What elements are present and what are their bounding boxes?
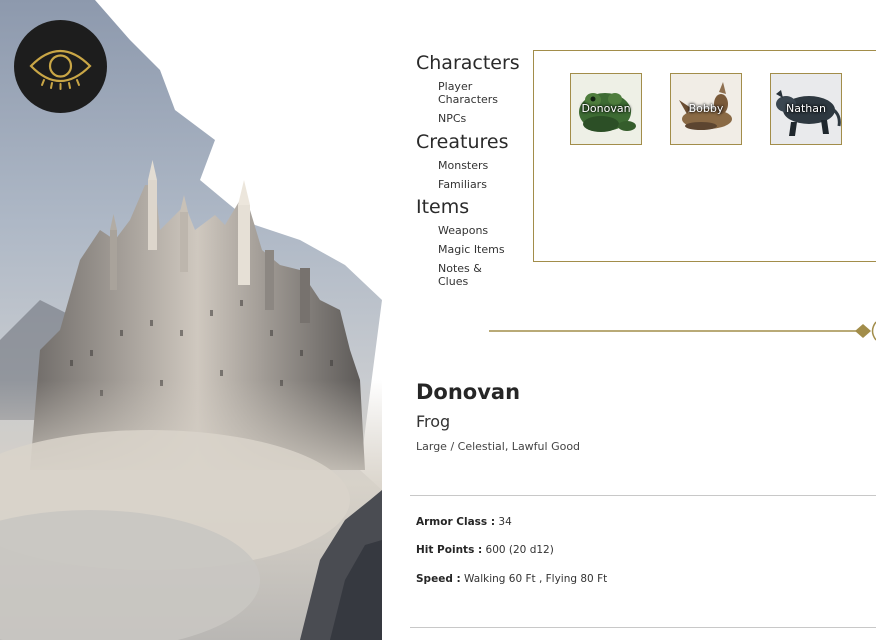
logo-button[interactable]: [14, 20, 107, 113]
category-nav: Characters Player Characters NPCs Creatu…: [416, 50, 531, 288]
stat-speed: Speed : Walking 60 Ft , Flying 80 Ft: [416, 573, 607, 585]
stat-label: Speed :: [416, 573, 461, 585]
eye-icon: [29, 50, 92, 90]
stat-label: Armor Class :: [416, 516, 496, 528]
diamond-ornament-icon: [489, 321, 876, 341]
creature-card-bobby[interactable]: Bobby: [670, 73, 742, 145]
stat-value: 600 (20 d12): [485, 544, 554, 556]
stat-armor-class: Armor Class : 34: [416, 516, 512, 528]
nav-link-magic-items[interactable]: Magic Items: [438, 243, 508, 256]
nav-heading-characters[interactable]: Characters: [416, 50, 531, 76]
stat-hit-points: Hit Points : 600 (20 d12): [416, 544, 554, 556]
nav-list-items: Weapons Magic Items Notes & Clues: [438, 224, 531, 288]
creature-card-nathan[interactable]: Nathan: [770, 73, 842, 145]
nav-link-player-characters[interactable]: Player Characters: [438, 80, 508, 106]
nav-link-weapons[interactable]: Weapons: [438, 224, 508, 237]
nav-heading-creatures[interactable]: Creatures: [416, 129, 531, 155]
nav-link-notes-clues[interactable]: Notes & Clues: [438, 262, 508, 288]
nav-link-npcs[interactable]: NPCs: [438, 112, 508, 125]
creature-type: Frog: [416, 412, 451, 431]
creature-card-label: Donovan: [581, 102, 631, 115]
creature-size-alignment: Large / Celestial, Lawful Good: [416, 440, 581, 453]
section-divider: [410, 495, 876, 496]
section-divider: [410, 627, 876, 628]
creature-name: Donovan: [416, 380, 521, 404]
nav-list-characters: Player Characters NPCs: [438, 80, 531, 125]
stat-value: 34: [498, 516, 512, 528]
nav-list-creatures: Monsters Familiars: [438, 159, 531, 191]
creature-gallery: Donovan Bobby Nathan: [533, 50, 876, 262]
stat-value: Walking 60 Ft , Flying 80 Ft: [464, 573, 608, 585]
nav-link-monsters[interactable]: Monsters: [438, 159, 508, 172]
creature-card-label: Bobby: [688, 102, 724, 115]
hero-artwork: [0, 0, 382, 640]
creature-card-donovan[interactable]: Donovan: [570, 73, 642, 145]
creature-card-label: Nathan: [786, 102, 826, 115]
nav-heading-items[interactable]: Items: [416, 194, 531, 220]
nav-link-familiars[interactable]: Familiars: [438, 178, 508, 191]
stat-label: Hit Points :: [416, 544, 483, 556]
